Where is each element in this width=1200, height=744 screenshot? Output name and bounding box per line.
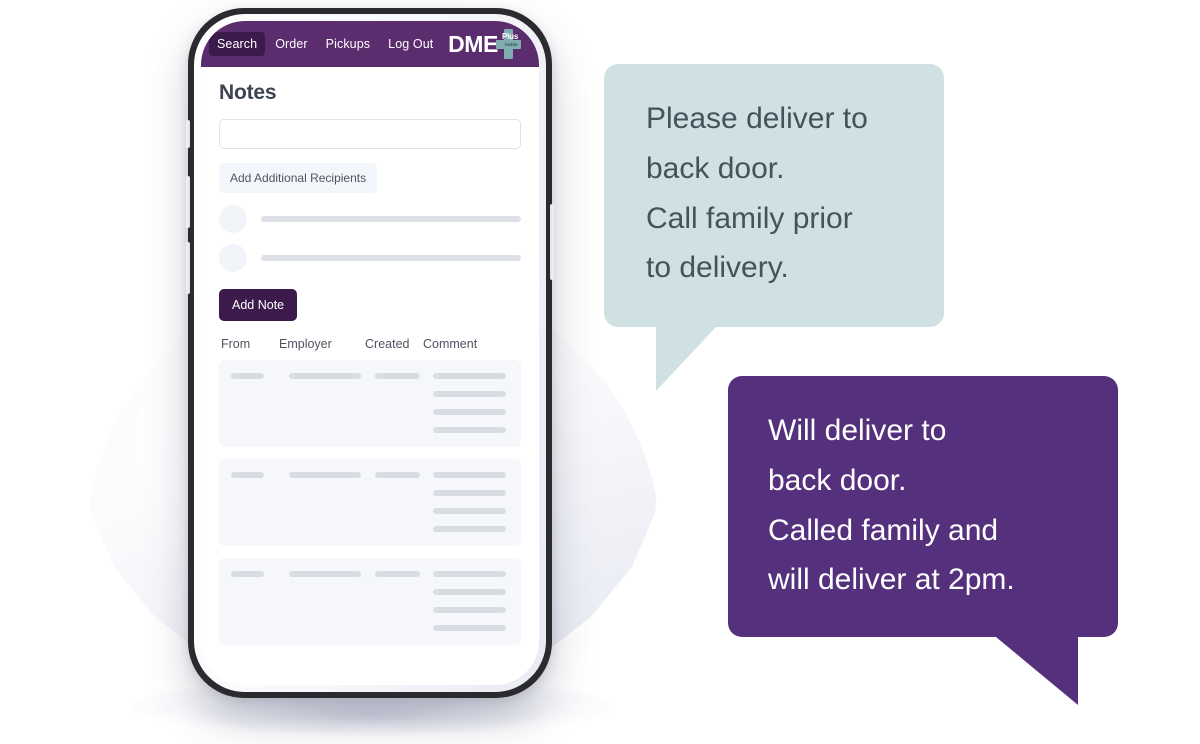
app-navbar: Search Order Pickups Log Out DME Plus Mo…: [201, 21, 539, 67]
nav-item-order[interactable]: Order: [267, 32, 315, 56]
table-row[interactable]: [219, 558, 521, 645]
outgoing-message-bubble: Will deliver to back door. Called family…: [728, 376, 1118, 706]
dme-plus-logo[interactable]: DME Plus Mobile: [448, 29, 525, 59]
phone-mute-switch[interactable]: [186, 120, 190, 148]
list-item: [219, 205, 521, 233]
nav-item-search[interactable]: Search: [209, 32, 266, 56]
cell-created: [375, 373, 433, 433]
placeholder-bar: [261, 255, 521, 261]
placeholder-bar: [231, 571, 264, 577]
avatar: [219, 244, 247, 272]
outgoing-bubble-text: Will deliver to back door. Called family…: [768, 414, 1015, 597]
cell-comment: [433, 571, 509, 631]
column-header-comment[interactable]: Comment: [423, 337, 519, 351]
cell-employer: [289, 472, 375, 532]
list-item: [219, 244, 521, 272]
logo-plus-word: Plus: [502, 32, 519, 41]
placeholder-bar: [433, 472, 506, 478]
cell-employer: [289, 571, 375, 631]
placeholder-bar: [289, 571, 361, 577]
notes-table-header: From Employer Created Comment: [219, 337, 521, 360]
nav-item-log-out[interactable]: Log Out: [380, 32, 441, 56]
column-header-employer[interactable]: Employer: [279, 337, 365, 351]
cell-comment: [433, 472, 509, 532]
phone-screen: Search Order Pickups Log Out DME Plus Mo…: [201, 21, 539, 685]
logo-wordmark: DME: [448, 30, 498, 57]
logo-plus-subtext: Mobile: [505, 42, 518, 47]
placeholder-bar: [231, 472, 264, 478]
cell-comment: [433, 373, 509, 433]
placeholder-bar: [289, 472, 361, 478]
recipient-placeholder-list: [219, 205, 521, 272]
placeholder-bar: [433, 391, 506, 397]
placeholder-bar: [433, 571, 506, 577]
cell-created: [375, 571, 433, 631]
placeholder-bar: [433, 508, 506, 514]
phone-mockup: Search Order Pickups Log Out DME Plus Mo…: [186, 8, 554, 698]
page-title: Notes: [219, 81, 277, 104]
avatar: [219, 205, 247, 233]
placeholder-bar: [433, 526, 506, 532]
placeholder-bar: [433, 427, 506, 433]
column-header-from[interactable]: From: [221, 337, 279, 351]
placeholder-bar: [289, 373, 361, 379]
incoming-bubble-text: Please deliver to back door. Call family…: [646, 102, 868, 285]
notes-table: From Employer Created Comment: [219, 337, 521, 645]
navbar-links: Search Order Pickups Log Out: [209, 32, 441, 56]
placeholder-bar: [375, 571, 420, 577]
phone-volume-down-button[interactable]: [186, 242, 190, 294]
placeholder-bar: [433, 589, 506, 595]
cell-created: [375, 472, 433, 532]
cell-from: [231, 373, 289, 433]
column-header-created[interactable]: Created: [365, 337, 423, 351]
placeholder-bar: [433, 607, 506, 613]
add-note-button[interactable]: Add Note: [219, 289, 298, 321]
placeholder-bar: [375, 472, 420, 478]
incoming-bubble-tail: [656, 327, 716, 392]
phone-volume-up-button[interactable]: [186, 176, 190, 228]
cell-from: [231, 571, 289, 631]
phone-power-button[interactable]: [550, 204, 554, 280]
table-row[interactable]: [219, 360, 521, 447]
placeholder-bar: [231, 373, 264, 379]
cell-employer: [289, 373, 375, 433]
note-input[interactable]: [219, 119, 521, 149]
placeholder-bar: [433, 373, 506, 379]
placeholder-bar: [261, 216, 521, 222]
notes-page: Notes Add Additional Recipients Add Note: [201, 67, 539, 645]
nav-item-pickups[interactable]: Pickups: [318, 32, 378, 56]
cell-from: [231, 472, 289, 532]
illustration-stage: Search Order Pickups Log Out DME Plus Mo…: [0, 0, 1200, 744]
placeholder-bar: [375, 373, 420, 379]
plus-icon: Plus Mobile: [495, 29, 521, 59]
outgoing-bubble-tail: [996, 637, 1078, 706]
placeholder-bar: [433, 409, 506, 415]
add-additional-recipients-button[interactable]: Add Additional Recipients: [219, 163, 378, 193]
placeholder-bar: [433, 625, 506, 631]
table-row[interactable]: [219, 459, 521, 546]
placeholder-bar: [433, 490, 506, 496]
incoming-message-bubble: Please deliver to back door. Call family…: [604, 64, 944, 392]
